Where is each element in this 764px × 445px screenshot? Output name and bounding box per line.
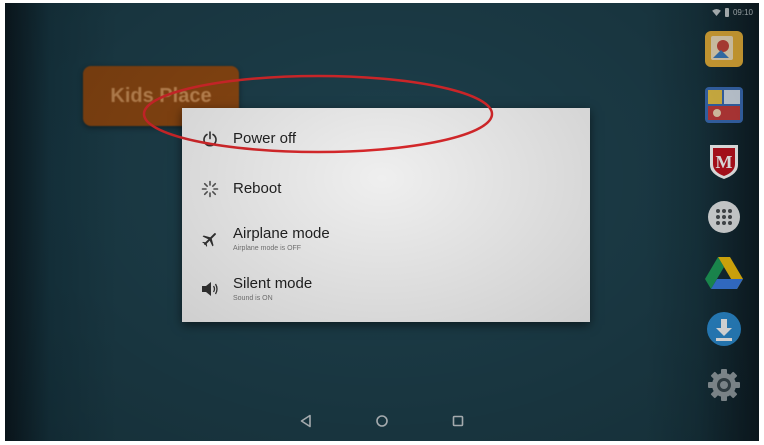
recents-icon[interactable] [449, 412, 467, 430]
device-screen: 09:10 Kids Place M Power off Reboot Airp… [5, 3, 759, 441]
kids-place-label: Kids Place [110, 84, 212, 107]
airplane-mode-item[interactable]: Airplane mode Airplane mode is OFF [182, 214, 590, 264]
back-icon[interactable] [297, 412, 315, 430]
mcafee-icon[interactable]: M [702, 139, 746, 183]
silent-mode-item[interactable]: Silent mode Sound is ON [182, 264, 590, 314]
wifi-icon [712, 8, 721, 16]
status-bar: 09:10 [712, 5, 753, 19]
power-menu-dialog: Power off Reboot Airplane mode Airplane … [182, 108, 590, 322]
silent-mode-label: Silent mode [233, 274, 313, 292]
airplane-mode-label: Airplane mode [233, 224, 330, 242]
battery-icon [724, 7, 729, 17]
reboot-icon [199, 178, 221, 200]
app-dock: M [701, 27, 747, 407]
airplane-mode-status: Airplane mode is OFF [233, 244, 302, 252]
power-icon [199, 128, 221, 150]
google-drive-icon[interactable] [702, 251, 746, 295]
airplane-icon [199, 228, 221, 250]
reboot-label: Reboot [233, 180, 282, 197]
home-icon[interactable] [373, 412, 391, 430]
power-off-item[interactable]: Power off [182, 114, 590, 164]
album-app-icon[interactable] [702, 83, 746, 127]
photo-app-icon[interactable] [702, 27, 746, 71]
reboot-item[interactable]: Reboot [182, 164, 590, 214]
silent-mode-status: Sound is ON [233, 294, 273, 302]
status-time: 09:10 [732, 7, 753, 17]
svg-text:M: M [716, 152, 733, 172]
navigation-bar [5, 401, 759, 441]
download-icon[interactable] [702, 307, 746, 351]
power-off-label: Power off [233, 130, 297, 147]
volume-icon [199, 278, 221, 300]
app-drawer-icon[interactable] [702, 195, 746, 239]
